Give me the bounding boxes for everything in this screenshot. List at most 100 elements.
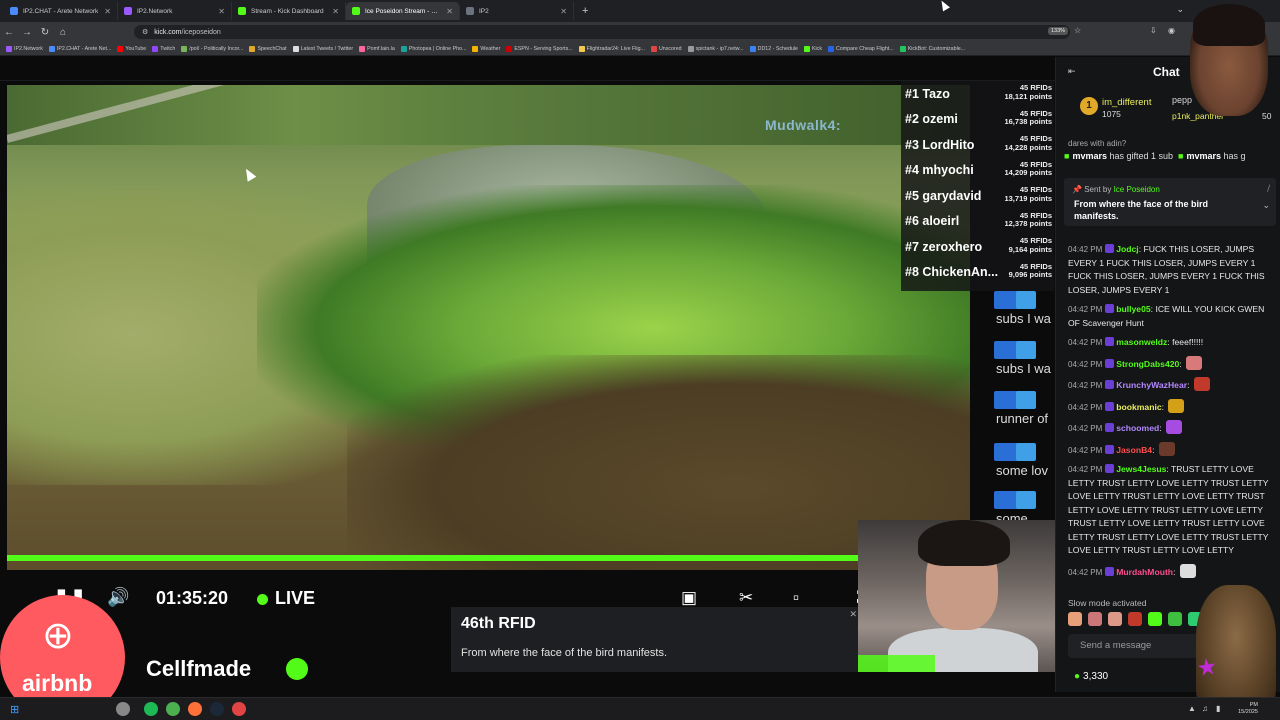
bookmark-item[interactable]: /pol/ - Politically Incor... [181,45,243,52]
pip-icon[interactable]: ▫ [793,588,799,608]
bookmark-item[interactable]: spictank - ip7.netw... [687,45,744,52]
chat-username[interactable]: StrongDabs420 [1116,359,1179,369]
chevron-down-icon[interactable]: ⌄ [1262,200,1270,211]
taskbar-app-icon[interactable] [232,702,246,716]
bookmark-item[interactable]: Flightradar24: Live Flig... [578,45,645,52]
steam-icon[interactable] [210,702,224,716]
forward-icon[interactable]: → [18,27,36,38]
collapse-chat-icon[interactable]: ⇤ [1068,66,1076,77]
bookmark-favicon-icon [249,45,256,52]
volume-tray-icon[interactable]: ♫ [1202,704,1208,713]
chat-username[interactable]: JasonB4 [1116,445,1152,455]
video-player[interactable]: Mudwalk4: [7,85,970,570]
close-tab-icon[interactable]: ✕ [560,7,567,16]
leaderboard-name: #1 Tazo [905,86,950,101]
zoom-level-badge[interactable]: 133% [1048,27,1069,35]
bookmark-item[interactable]: Photopea | Online Pho... [400,45,466,52]
bookmark-item[interactable]: ESPN - Serving Sports... [506,45,573,52]
bookmark-item[interactable]: IP2.CHAT - Arete Net... [48,45,111,52]
chat-username[interactable]: Jews4Jesus [1116,464,1166,474]
bookmark-favicon-icon [827,45,834,52]
bookmark-item[interactable]: IP2.Network [6,45,43,52]
leaderboard-row: #7 zeroxhero 45 RFIDs 9,164 points [901,234,1054,260]
chat-username[interactable]: MurdahMouth [1116,567,1173,577]
new-tab-button[interactable]: + [582,5,588,17]
emote-icon[interactable] [1088,612,1102,626]
sub-badge-icon [994,491,1036,509]
close-tab-icon[interactable]: ✕ [446,7,453,16]
emote-icon[interactable] [1108,612,1122,626]
emote-icon[interactable] [1168,612,1182,626]
channel-points[interactable]: ● 3,330 [1074,671,1108,682]
green-alert-block [858,655,935,672]
back-icon[interactable]: ← [0,27,18,38]
tab-favicon-icon [124,7,132,15]
browser-tab[interactable]: Stream - Kick Dashboard ✕ [232,2,346,20]
sub-badge-icon [1105,423,1115,432]
theater-mode-icon[interactable]: ▣ [681,588,697,608]
bookmark-item[interactable]: YouTube [117,45,146,52]
taskbar-app-icon[interactable] [116,702,130,716]
leaderboard-score: 45 RFIDs 14,228 points [1004,134,1052,152]
bookmark-item[interactable]: Twitch [152,45,175,52]
taskbar-clock[interactable]: PM 15/2025 [1238,702,1258,716]
chat-username[interactable]: KrunchyWazHear [1116,380,1187,390]
clip-icon[interactable]: ✂ [739,588,753,608]
emote-icon[interactable] [1068,612,1082,626]
url-input[interactable]: ⚙ kick.com/iceposeidon [134,25,1070,39]
reload-icon[interactable]: ↻ [36,27,54,38]
tab-search-chevron-icon[interactable]: ⌄ [1176,4,1184,15]
unpin-icon[interactable]: ⧸ [1267,184,1270,194]
emote-icon[interactable] [1128,612,1142,626]
os-taskbar: ⊞ ▲ ♫ ▮ PM 15/2025 [0,697,1280,720]
sub-event-text: some lov [996,463,1049,478]
close-tab-icon[interactable]: ✕ [104,7,111,16]
bookmark-item[interactable]: Latest Tweets / Twitter [292,45,353,52]
volume-icon[interactable]: 🔊 [107,587,129,608]
network-icon[interactable]: ▲ [1188,704,1196,713]
bookmark-item[interactable]: Compare Cheap Flight... [827,45,894,52]
leaderboard-row: #5 garydavid 45 RFIDs 13,719 points [901,183,1054,209]
browser-tab[interactable]: IP2 ✕ [460,2,574,20]
chat-username[interactable]: bullye05 [1116,304,1150,314]
chat-message: 04:42 PM StrongDabs420: [1068,355,1273,372]
gifter-name[interactable]: pepp [1172,95,1192,105]
emote-icon[interactable] [1148,612,1162,626]
browser-tab[interactable]: IP2.Network ✕ [118,2,232,20]
bookmark-item[interactable]: SpeechChat [249,45,287,52]
firefox-icon[interactable] [188,702,202,716]
bookmark-star-icon[interactable]: ☆ [1074,26,1081,35]
bookmark-item[interactable]: Unscored [650,45,682,52]
leaderboard-row: #6 aloeirl 45 RFIDs 12,378 points [901,209,1054,235]
bookmark-item[interactable]: DD12 - Schedule [749,45,798,52]
pinned-message[interactable]: 📌 Sent by Ice Poseidon ⧸ ⌄ From where th… [1064,178,1276,226]
site-info-icon[interactable]: ⚙ [142,28,148,36]
close-tab-icon[interactable]: ✕ [218,7,225,16]
sub-event-text: subs I wa [996,311,1051,326]
spotify-icon[interactable] [144,702,158,716]
close-tab-icon[interactable]: ✕ [332,7,339,16]
chat-username[interactable]: Jodcj [1116,244,1138,254]
close-icon[interactable]: ✕ [849,609,857,620]
chat-username[interactable]: masonweldz [1116,337,1167,347]
browser-tab[interactable]: IP2.CHAT - Arete Network ✕ [4,2,118,20]
download-icon[interactable]: ⇩ [1150,26,1157,35]
streamer-name[interactable]: Cellfmade [146,656,251,682]
bookmark-item[interactable]: Kick [803,45,822,52]
airbnb-logo-icon: ⊕ [42,615,74,657]
chat-username[interactable]: bookmanic [1116,402,1161,412]
gifter-name[interactable]: im_different [1102,97,1151,108]
bookmark-item[interactable]: Pomf.lain.la [359,45,395,52]
bookmark-item[interactable]: KickBot: Customizable... [899,45,965,52]
stream-progress-bar[interactable] [7,555,922,561]
extension-icon[interactable]: ◉ [1168,26,1175,35]
chat-username[interactable]: schoomed [1116,423,1159,433]
windows-start-icon[interactable]: ⊞ [10,703,19,716]
chewbacca-overlay [1196,585,1276,715]
bookmark-item[interactable]: Weather [472,45,500,52]
browser-tab[interactable]: Ice Poseidon Stream - Wat ✕ [346,2,460,20]
rfid-notice: ✕ 46th RFID From where the face of the b… [451,607,859,672]
home-icon[interactable]: ⌂ [54,27,72,38]
battery-icon[interactable]: ▮ [1216,704,1220,713]
chrome-icon[interactable] [166,702,180,716]
